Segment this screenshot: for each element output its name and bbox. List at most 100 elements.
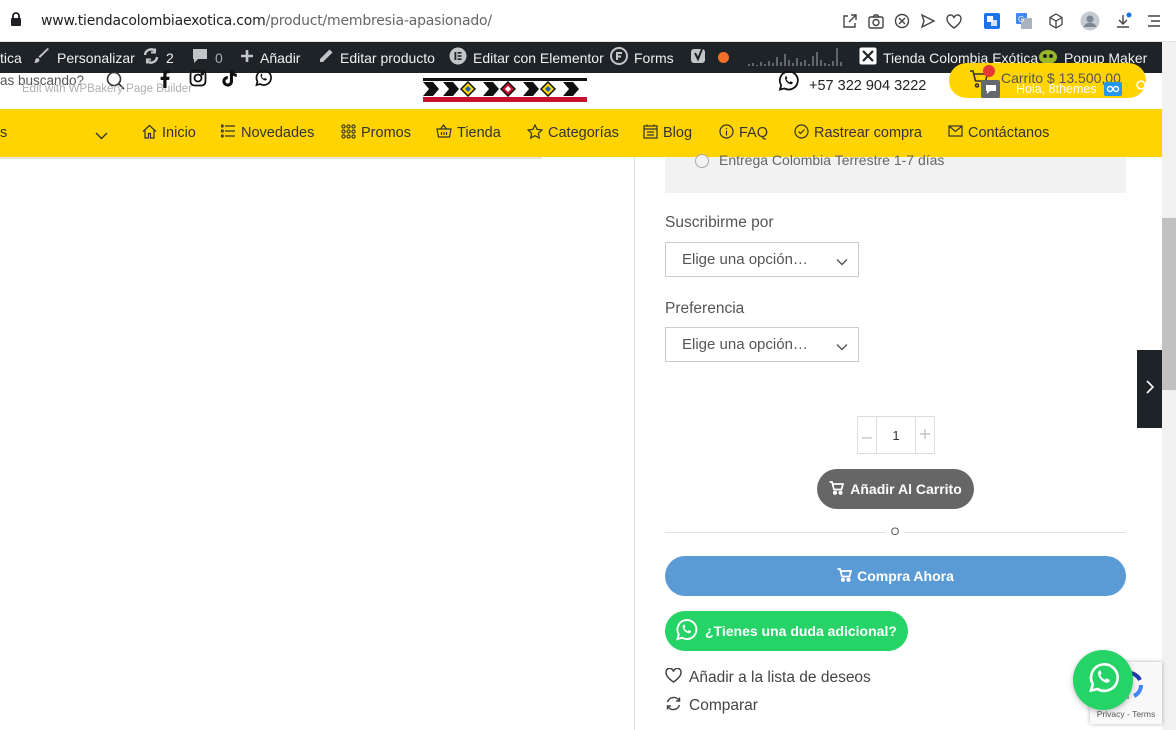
- download-icon[interactable]: [1113, 11, 1133, 31]
- chevron-down-icon[interactable]: [95, 127, 108, 145]
- compare-link[interactable]: Comparar: [665, 695, 758, 717]
- updates-icon: [142, 47, 160, 68]
- compare-refresh-icon: [665, 695, 682, 717]
- compare-label: Comparar: [689, 697, 758, 714]
- instagram-icon[interactable]: [189, 69, 207, 92]
- whatsapp-question-button[interactable]: ¿Tienes una duda adicional?: [665, 611, 908, 651]
- shipping-radio[interactable]: [695, 154, 709, 168]
- url-field[interactable]: www.tiendacolombiaexotica.com/product/me…: [41, 13, 492, 29]
- adminbar-edit-elementor-label: Editar con Elementor: [473, 49, 604, 66]
- browser-address-bar: www.tiendacolombiaexotica.com/product/me…: [0, 0, 1176, 42]
- send-icon[interactable]: [918, 11, 938, 31]
- pencil-icon: [318, 48, 334, 67]
- tiktok-icon[interactable]: [222, 69, 238, 92]
- phone-number[interactable]: +57 322 904 3222: [809, 78, 926, 94]
- block-icon[interactable]: [892, 11, 912, 31]
- whatsapp-icon: [674, 618, 698, 645]
- preference-select[interactable]: Elige una opción…: [665, 327, 859, 362]
- nav-label-tienda: Tienda: [457, 125, 501, 141]
- add-to-cart-button[interactable]: Añadir Al Carrito: [817, 469, 974, 509]
- wishlist-link[interactable]: Añadir a la lista de deseos: [665, 667, 871, 688]
- page-scrollbar-thumb[interactable]: [1162, 218, 1176, 390]
- nav-item-contactanos[interactable]: Contáctanos: [948, 109, 1049, 157]
- nav-label-blog: Blog: [663, 125, 693, 141]
- quantity-stepper: 1: [857, 416, 935, 454]
- buy-now-label: Compra Ahora: [857, 568, 954, 584]
- adminbar-customize[interactable]: Personalizar: [33, 42, 135, 73]
- adminbar-stats-sparkline[interactable]: [747, 42, 843, 73]
- side-panel-toggle[interactable]: [1137, 350, 1162, 428]
- profile-avatar-icon[interactable]: [1080, 11, 1100, 31]
- image-gallery-top-border: [0, 157, 542, 159]
- translate-extension-icon[interactable]: [982, 11, 1002, 31]
- heart-icon: [665, 667, 682, 688]
- adminbar-new-label: Añadir: [260, 49, 301, 66]
- phone-whatsapp-icon: [777, 70, 799, 97]
- nav-item-categorias[interactable]: Categorías: [526, 109, 619, 157]
- nav-item-rastrear[interactable]: Rastrear compra: [794, 109, 922, 157]
- comment-bubble-icon: [191, 48, 209, 67]
- buy-now-button[interactable]: Compra Ahora: [665, 556, 1126, 596]
- shipping-option-label: Entrega Colombia Terrestre 1-7 días: [719, 152, 945, 168]
- minus-icon: [862, 426, 872, 444]
- whatsapp-icon: [1086, 661, 1120, 700]
- adminbar-yoast[interactable]: [690, 42, 729, 73]
- nav-item-novedades[interactable]: Novedades: [220, 109, 315, 157]
- adminbar-edit-elementor[interactable]: Editar con Elementor: [449, 42, 604, 73]
- menu-icon[interactable]: [1144, 11, 1164, 31]
- nav-item-partial[interactable]: s: [0, 109, 7, 157]
- wishlist-label: Añadir a la lista de deseos: [689, 669, 871, 686]
- nav-item-blog[interactable]: Blog: [643, 109, 692, 157]
- adminbar-site-link[interactable]: tica: [0, 42, 22, 73]
- grid-dots-icon: [341, 123, 356, 143]
- newspaper-icon: [643, 124, 658, 143]
- site-header: as buscando? Edit with WPBakery Page Bui…: [0, 63, 1162, 109]
- adminbar-forms[interactable]: Forms: [610, 42, 674, 73]
- adminbar-site-label: tica: [0, 49, 22, 66]
- nav-label-promos: Promos: [361, 125, 411, 141]
- chevron-down-icon: [836, 338, 848, 355]
- facebook-icon[interactable]: [160, 70, 170, 93]
- star-icon: [526, 123, 544, 143]
- quantity-input[interactable]: 1: [877, 417, 915, 453]
- whatsapp-social-icon[interactable]: [254, 69, 272, 92]
- nav-label-inicio: Inicio: [162, 125, 196, 141]
- nav-label-novedades: Novedades: [241, 125, 315, 141]
- google-translate-icon[interactable]: G: [1014, 11, 1034, 31]
- subscribe-select[interactable]: Elige una opción…: [665, 242, 859, 277]
- home-icon: [142, 124, 157, 143]
- quantity-plus-button[interactable]: [915, 417, 934, 453]
- site-logo-pattern[interactable]: [423, 73, 587, 103]
- chevron-right-icon: [1145, 379, 1154, 399]
- basket-icon: [436, 124, 452, 142]
- nav-item-promos[interactable]: Promos: [341, 109, 411, 157]
- quantity-value: 1: [892, 427, 900, 443]
- preference-select-value: Elige una opción…: [682, 336, 808, 353]
- search-small-icon[interactable]: [1136, 79, 1148, 97]
- subscribe-label: Suscribirme por: [665, 214, 774, 231]
- comments-count: 0: [215, 49, 223, 66]
- heart-icon[interactable]: [944, 11, 964, 31]
- adminbar-edit-product[interactable]: Editar producto: [318, 42, 435, 73]
- recaptcha-links[interactable]: Privacy - Terms: [1090, 709, 1162, 719]
- user-avatar-icon[interactable]: [1104, 82, 1122, 96]
- cart-icon: [837, 567, 853, 585]
- camera-icon[interactable]: [866, 11, 886, 31]
- share-icon[interactable]: [840, 11, 860, 31]
- extensions-cube-icon[interactable]: [1046, 11, 1066, 31]
- plus-icon: [920, 426, 930, 444]
- nav-item-tienda[interactable]: Tienda: [436, 109, 501, 157]
- info-icon: [719, 123, 734, 143]
- nav-item-inicio[interactable]: Inicio: [142, 109, 196, 157]
- quantity-minus-button[interactable]: [858, 417, 877, 453]
- cart-icon: [829, 480, 845, 498]
- nav-item-faq[interactable]: FAQ: [719, 109, 768, 157]
- preference-label: Preferencia: [665, 300, 745, 317]
- floating-whatsapp-button[interactable]: [1073, 650, 1133, 710]
- account-greeting[interactable]: Hola, 8themes: [1016, 82, 1097, 96]
- chevron-down-icon: [836, 253, 848, 270]
- shipping-options-box: Entrega Colombia Terrestre 1-7 días: [665, 152, 1126, 193]
- comment-bubble-icon[interactable]: [981, 80, 1000, 98]
- adminbar-updates[interactable]: 2: [142, 42, 174, 73]
- main-navigation: s Inicio Novedades Promos Tienda Categor…: [0, 109, 1162, 157]
